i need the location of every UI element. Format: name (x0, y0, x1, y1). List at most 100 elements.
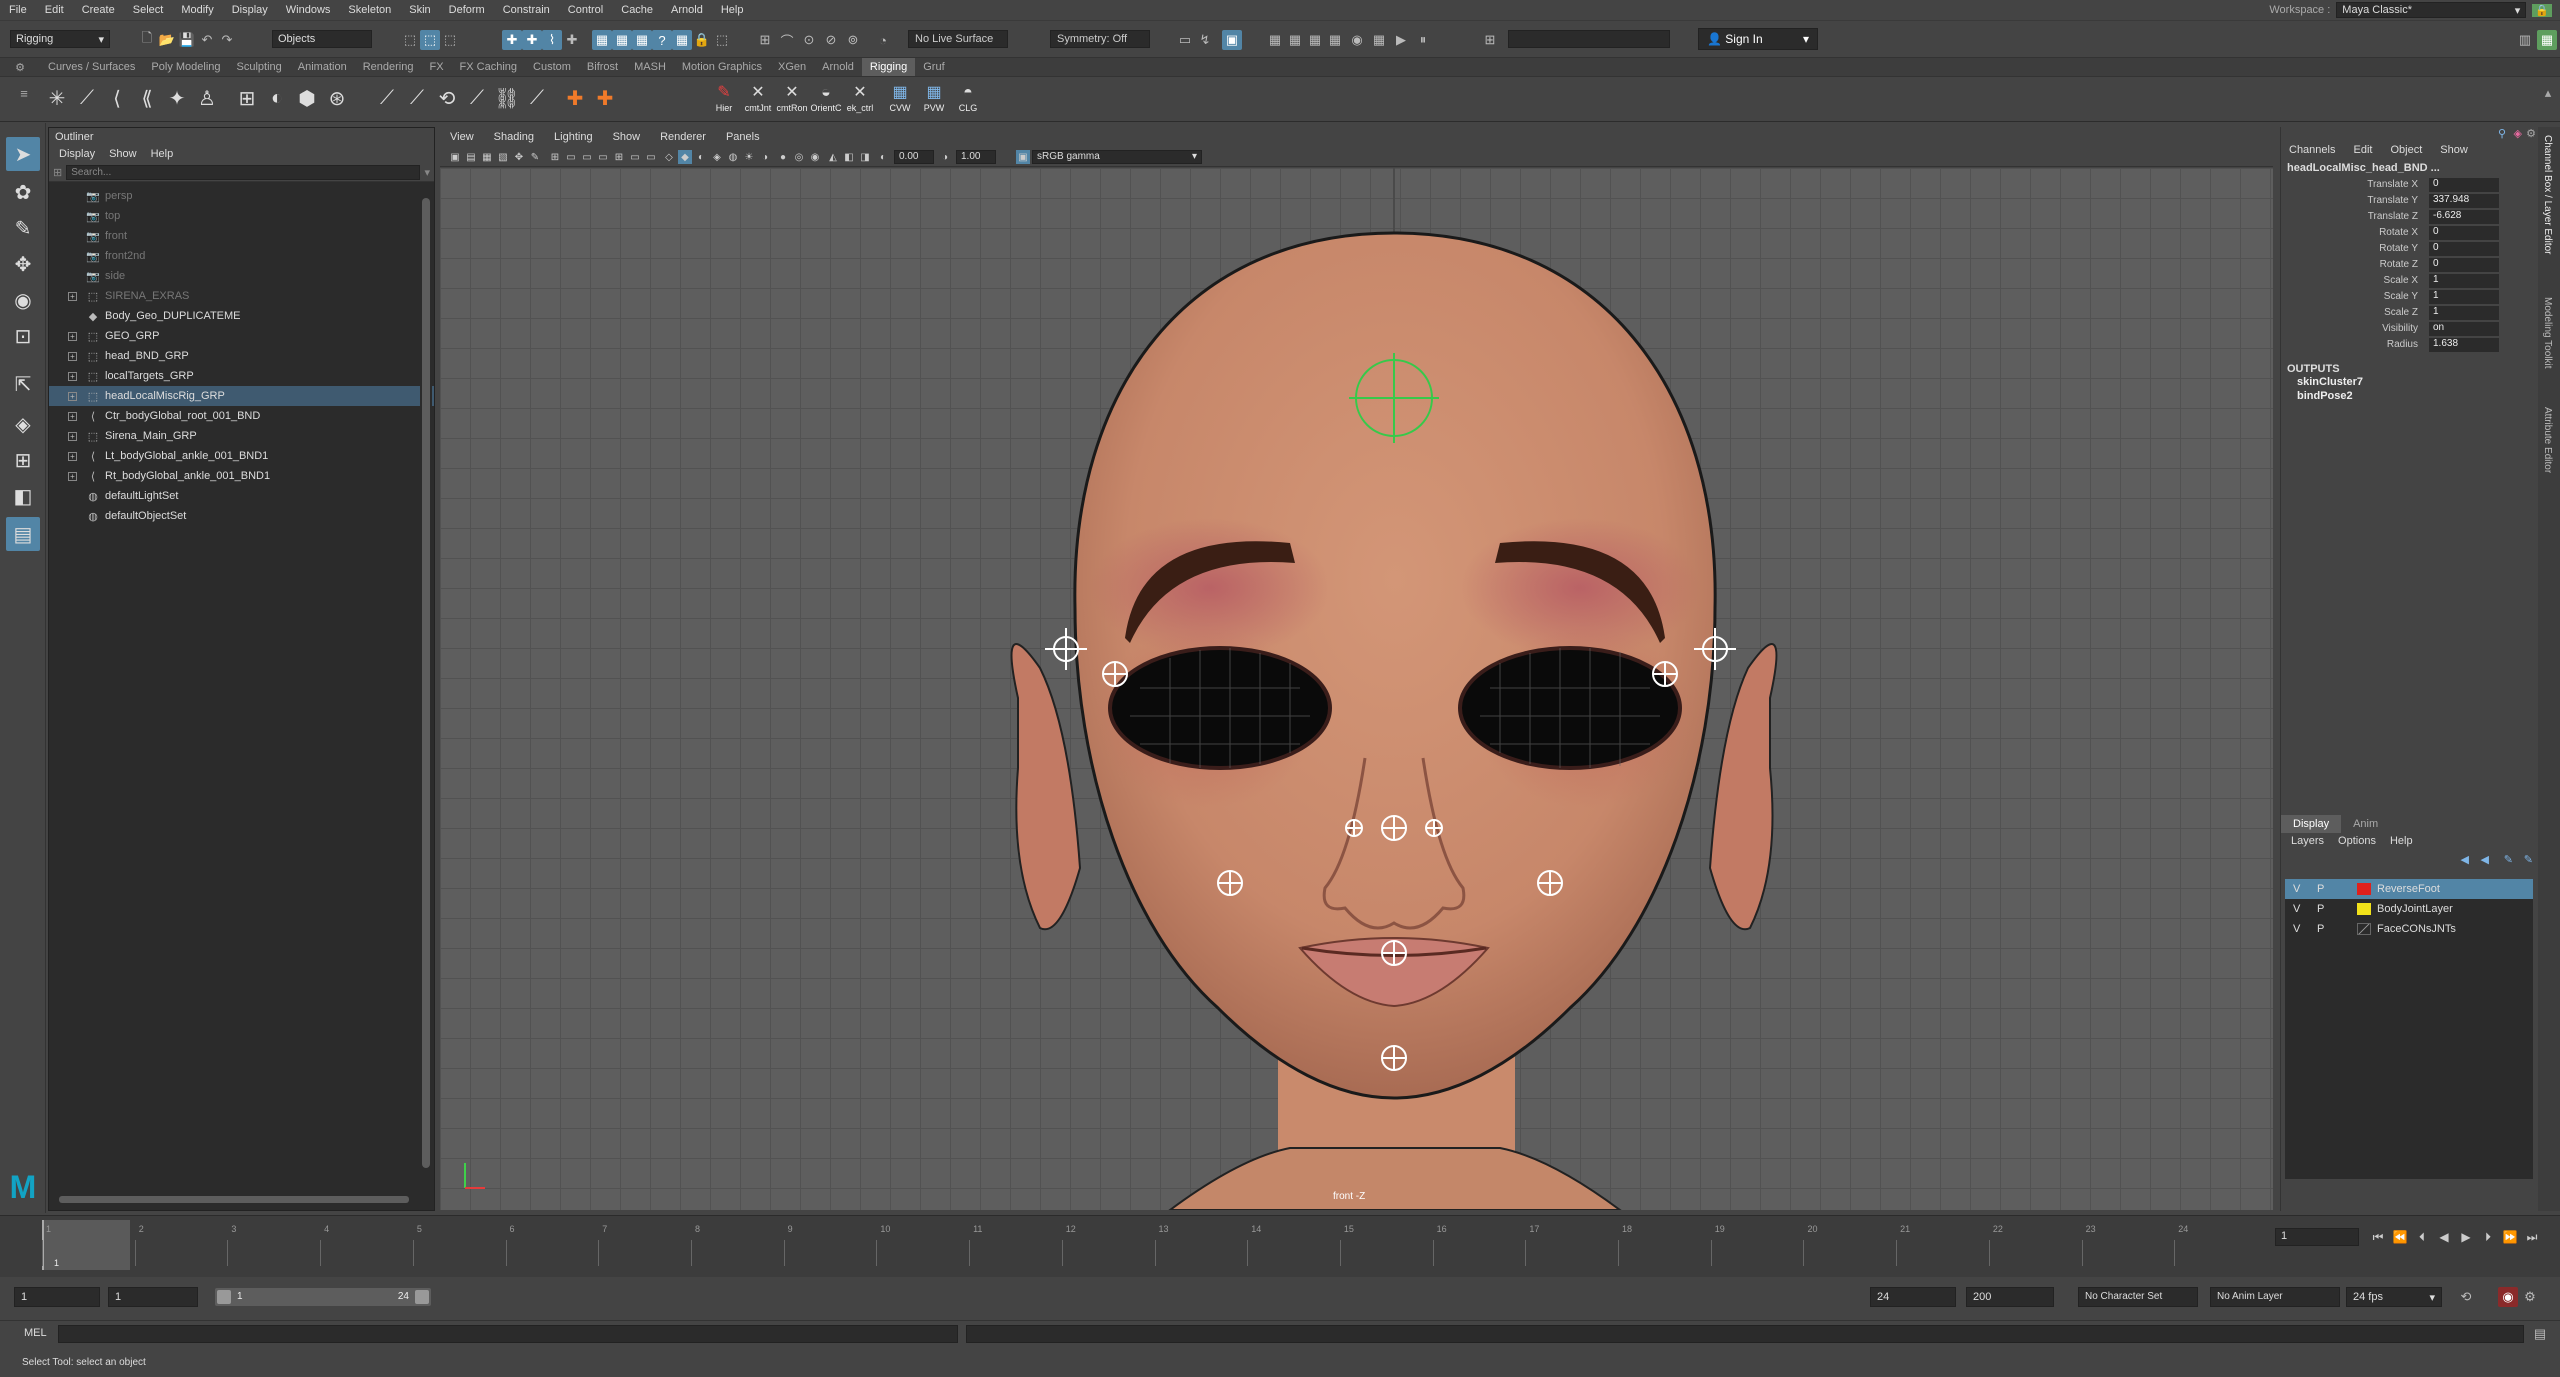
isolate-select-icon[interactable]: ◭ (826, 150, 840, 164)
shelf-tab-rendering[interactable]: Rendering (355, 58, 422, 76)
tab-channel-box[interactable]: Channel Box / Layer Editor (2542, 135, 2553, 255)
ambient-occlusion-icon[interactable]: ● (776, 150, 790, 164)
select-tool-icon[interactable]: ➤ (6, 137, 40, 171)
layer-color-swatch[interactable] (2357, 903, 2371, 915)
viewport-menu-panels[interactable]: Panels (726, 131, 760, 143)
mask-curves-icon[interactable]: ⌇ (542, 30, 562, 50)
outliner-row[interactable]: ◆ Body_Geo_DUPLICATEME (49, 306, 434, 326)
channel-box-menu-channels[interactable]: Channels (2289, 144, 2335, 156)
use-all-lights-icon[interactable]: ☀ (742, 150, 756, 164)
paint-select-tool-icon[interactable]: ✎ (6, 211, 40, 245)
live-surface-field[interactable]: No Live Surface (908, 30, 1008, 48)
attribute-row[interactable]: Translate Y 337.948 (2281, 193, 2538, 209)
attribute-value[interactable]: 1 (2429, 274, 2499, 288)
menu-deform[interactable]: Deform (440, 4, 494, 16)
new-layer-icon[interactable]: ✎ (2504, 853, 2513, 866)
menu-modify[interactable]: Modify (172, 4, 222, 16)
ik-handle-icon[interactable]: ⟋ (72, 83, 102, 113)
snap-view-plane-icon[interactable]: ⊘ (821, 30, 841, 50)
expand-icon[interactable]: + (68, 331, 77, 341)
outliner-row[interactable]: 📷 front2nd (49, 246, 434, 266)
textured-icon[interactable]: ◍ (726, 150, 740, 164)
viewport-menu-lighting[interactable]: Lighting (554, 131, 593, 143)
viewport-menu-renderer[interactable]: Renderer (660, 131, 706, 143)
snap-surface-icon[interactable]: ⊚ (843, 30, 863, 50)
attribute-row[interactable]: Visibility on (2281, 321, 2538, 337)
menu-display[interactable]: Display (223, 4, 277, 16)
create-joints-icon[interactable]: ✳ (42, 83, 72, 113)
time-slider[interactable]: 1 1 2 3 4 5 6 7 8 9 10 11 12 13 14 15 16 17 18 19 20 21 22 23 2… (0, 1215, 2560, 1277)
display-layer-row[interactable]: V P BodyJointLayer (2285, 899, 2533, 919)
go-to-start-icon[interactable]: ⏮ (2368, 1228, 2388, 1246)
outliner-menu-show[interactable]: Show (109, 148, 137, 162)
cmtron-shelf-button[interactable]: ✕ cmtRon (775, 83, 809, 117)
attribute-row[interactable]: Translate X 0 (2281, 177, 2538, 193)
outliner-row[interactable]: + ⬚ headLocalMiscRig_GRP (49, 386, 434, 406)
attribute-row[interactable]: Radius 1.638 (2281, 337, 2538, 353)
mask-rendering-icon[interactable]: ▦ (632, 30, 652, 50)
humanik-icon[interactable]: ✦ (162, 83, 192, 113)
undo-icon[interactable]: ↶ (197, 30, 217, 50)
selection-mode-dropdown[interactable]: Objects (272, 30, 372, 48)
layer-color-swatch[interactable] (2357, 883, 2371, 895)
locator-icon[interactable]: ✚ (560, 83, 590, 113)
fps-dropdown[interactable]: 24 fps ▾ (2346, 1287, 2442, 1307)
shelf-tab-arnold[interactable]: Arnold (814, 58, 862, 76)
outliner-vertical-scrollbar[interactable] (420, 190, 432, 1190)
layer-color-swatch[interactable] (2357, 923, 2371, 935)
gamma-icon[interactable]: ◑ (938, 150, 952, 164)
animation-start-field[interactable]: 1 (14, 1287, 100, 1307)
exposure-field[interactable]: 0.00 (894, 150, 934, 164)
snap-grid-icon[interactable]: ⊞ (755, 30, 775, 50)
channel-box-settings-icon[interactable]: ⚙ (2526, 127, 2536, 140)
output-node[interactable]: skinCluster7 (2281, 375, 2538, 389)
highlight-selection-icon[interactable]: ⬚ (712, 30, 732, 50)
shelf-tab-poly-modeling[interactable]: Poly Modeling (143, 58, 228, 76)
shelf-tab-mash[interactable]: MASH (626, 58, 674, 76)
exposure-icon[interactable]: ◐ (876, 150, 890, 164)
gate-mask-icon[interactable]: ▭ (596, 150, 610, 164)
menu-select[interactable]: Select (124, 4, 173, 16)
attribute-row[interactable]: Scale Z 1 (2281, 305, 2538, 321)
display-layer-row[interactable]: V P FaceCONsJNTs (2285, 919, 2533, 939)
new-scene-icon[interactable]: 🗋 (137, 30, 157, 50)
attribute-value[interactable]: 1 (2429, 306, 2499, 320)
orient-constraint-icon[interactable]: ⟲ (432, 83, 462, 113)
four-view-layout-icon[interactable]: ⊞ (6, 443, 40, 477)
bind-skin-icon[interactable]: ⊞ (232, 83, 262, 113)
cross-locator-icon[interactable]: ✚ (590, 83, 620, 113)
parent-constraint-icon[interactable]: ⛓ (492, 83, 522, 113)
expand-icon[interactable]: + (68, 411, 77, 421)
arnold-render-icon[interactable]: ▶ (1391, 30, 1411, 50)
menu-edit[interactable]: Edit (36, 4, 73, 16)
anti-aliasing-icon[interactable]: ◉ (808, 150, 822, 164)
mask-dynamics-icon[interactable]: ▦ (612, 30, 632, 50)
render-setup-icon[interactable]: ◉ (1347, 30, 1367, 50)
auto-key-icon[interactable]: ◉ (2498, 1287, 2518, 1307)
attribute-row[interactable]: Rotate Z 0 (2281, 257, 2538, 273)
pole-vector-icon[interactable]: ⟋ (522, 83, 552, 113)
cvw-shelf-button[interactable]: ▦ CVW (883, 83, 917, 117)
tab-display[interactable]: Display (2281, 815, 2342, 833)
lattice-icon[interactable]: ⬢ (292, 83, 322, 113)
animation-end-field[interactable]: 200 (1966, 1287, 2054, 1307)
grease-pencil-icon[interactable]: ✎ (528, 150, 542, 164)
layer-menu-help[interactable]: Help (2390, 835, 2413, 849)
expand-icon[interactable]: + (68, 431, 77, 441)
command-language-label[interactable]: MEL (24, 1327, 47, 1339)
shadows-icon[interactable]: ◑ (758, 150, 772, 164)
shelf-tab-xgen[interactable]: XGen (770, 58, 814, 76)
outliner-row[interactable]: 📷 persp (49, 186, 434, 206)
orientc-shelf-button[interactable]: ◒ OrientC (809, 83, 843, 117)
tab-modeling-toolkit[interactable]: Modeling Toolkit (2542, 297, 2553, 369)
chevron-down-icon[interactable]: ▾ (424, 166, 430, 179)
output-node[interactable]: bindPose2 (2281, 389, 2538, 403)
attribute-row[interactable]: Translate Z -6.628 (2281, 209, 2538, 225)
current-time-indicator[interactable]: 1 (42, 1220, 130, 1270)
gamma-field[interactable]: 1.00 (956, 150, 996, 164)
resolution-gate-icon[interactable]: ▭ (580, 150, 594, 164)
safe-action-icon[interactable]: ▭ (628, 150, 642, 164)
outliner-row[interactable]: ◍ defaultLightSet (49, 486, 434, 506)
outliner-row[interactable]: 📷 side (49, 266, 434, 286)
scale-constraint-icon[interactable]: ⟋ (462, 83, 492, 113)
